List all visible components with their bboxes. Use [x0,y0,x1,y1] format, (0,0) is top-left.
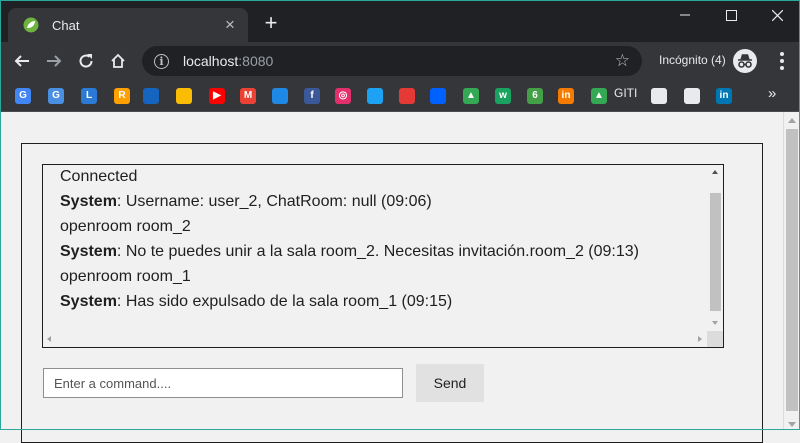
chat-message: System: No te puedes unir a la sala room… [60,241,700,266]
scroll-thumb[interactable] [710,193,721,311]
star-icon[interactable]: ☆ [615,51,630,71]
google-icon[interactable]: G [15,88,31,104]
chat-container: Connected System: Username: user_2, ChatR… [21,143,763,443]
new-tab-button[interactable]: + [258,10,284,36]
message-text: openroom room_2 [60,218,191,235]
scroll-down-icon[interactable] [712,321,718,325]
bookmark-icon[interactable]: R [114,88,130,104]
minimize-icon[interactable] [662,0,708,30]
chat-message: openroom room_1 [60,266,700,291]
message-text: openroom room_1 [60,268,191,285]
page-content: Connected System: Username: user_2, ChatR… [0,112,783,443]
bookmark-icon[interactable]: 6 [527,88,543,104]
back-arrow-icon[interactable] [8,47,36,75]
incognito-icon[interactable] [733,49,757,73]
twitter-icon[interactable] [367,88,383,104]
scroll-left-icon[interactable] [47,336,51,342]
message-sender: System [60,293,117,310]
translate-icon[interactable]: G [48,88,64,104]
bookmark-icon[interactable]: in [558,88,574,104]
message-text: : Has sido expulsado de la sala room_1 (… [116,293,453,310]
send-button[interactable]: Send [416,364,484,402]
chat-message: openroom room_2 [60,216,700,241]
tab-chat[interactable]: Chat × [8,8,248,42]
scroll-up-icon[interactable] [712,170,718,174]
chat-log-horizontal-scrollbar[interactable] [43,331,708,347]
chat-log-vertical-scrollbar[interactable] [708,165,723,331]
page-scroll-down-icon[interactable] [788,422,796,427]
incognito-label[interactable]: Incógnito (4) [659,53,726,67]
bookmark-icon[interactable] [399,88,415,104]
close-icon[interactable] [754,0,800,30]
info-icon[interactable]: i [154,53,169,69]
tab-strip: Chat × + [0,0,800,42]
page-scroll-thumb[interactable] [786,129,798,411]
browser-toolbar: i localhost:8080 ☆ Incógnito (4) [0,42,800,80]
maximize-icon[interactable] [708,0,754,30]
scroll-right-icon[interactable] [698,336,702,342]
tab-title: Chat [52,17,80,33]
message-text: : No te puedes unir a la sala room_2. Ne… [116,243,639,260]
keep-icon[interactable] [176,88,192,104]
drive-icon[interactable]: ▲ [463,88,479,104]
message-text: : Username: user_2, ChatRoom: null (09:0… [116,193,432,210]
chat-log[interactable]: Connected System: Username: user_2, ChatR… [42,164,724,348]
gmail-icon[interactable]: M [240,88,256,104]
menu-icon[interactable] [772,48,792,74]
page-scroll-up-icon[interactable] [788,118,796,123]
chat-messages: Connected System: Username: user_2, ChatR… [60,166,700,316]
home-icon[interactable] [104,47,132,75]
spring-leaf-icon [22,16,40,34]
message-text: Connected [60,168,138,185]
chat-message: Connected [60,166,700,191]
facebook-icon[interactable]: f [304,88,320,104]
bookmarks-bar: G G L R ▶ M f ◎ ▲ w 6 in ▲ GITI in » [0,80,800,112]
reload-icon[interactable] [72,47,100,75]
tab-close-icon[interactable]: × [220,15,240,35]
forward-arrow-icon[interactable] [40,47,68,75]
bookmark-icon[interactable] [272,88,288,104]
bookmarks-more-icon[interactable]: » [768,85,776,102]
chat-message: System: Has sido expulsado de la sala ro… [60,291,700,316]
drive-icon[interactable]: ▲ [591,88,607,104]
linkedin-icon[interactable]: in [716,88,732,104]
address-bar[interactable]: i localhost:8080 ☆ [142,46,642,76]
message-sender: System [60,193,117,210]
bookmark-icon[interactable] [684,88,700,104]
scrollbar-corner [707,331,723,347]
command-input[interactable] [43,368,403,398]
dropbox-icon[interactable] [430,88,446,104]
bookmark-giti[interactable]: GITI [614,86,637,100]
url-text: localhost:8080 [183,53,274,69]
bookmark-icon[interactable]: w [495,88,511,104]
youtube-icon[interactable]: ▶ [209,88,225,104]
bookmark-icon[interactable]: L [81,88,97,104]
bookmark-icon[interactable] [143,88,159,104]
page-scrollbar[interactable] [783,112,800,430]
chat-message: System: Username: user_2, ChatRoom: null… [60,191,700,216]
github-icon[interactable] [651,88,667,104]
message-sender: System [60,243,117,260]
instagram-icon[interactable]: ◎ [335,88,351,104]
